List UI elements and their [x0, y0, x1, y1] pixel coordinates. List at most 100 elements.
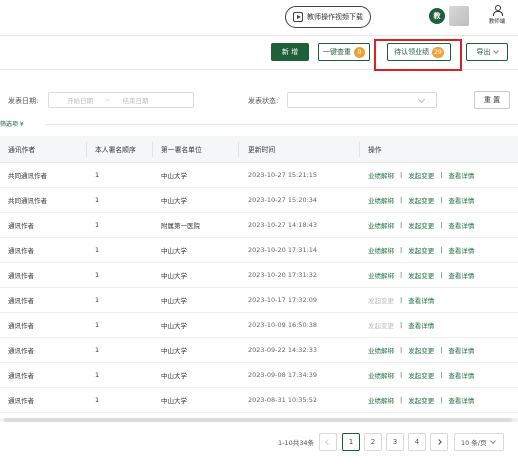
request-change-link[interactable]: 发起变更: [408, 220, 434, 230]
export-button[interactable]: 导出: [466, 43, 508, 61]
unit-cell: 中山大学: [161, 272, 187, 280]
publish-status-label: 发表状态:: [248, 97, 279, 105]
separator: |: [440, 171, 443, 179]
chevron-left-icon: [325, 439, 331, 445]
table-row: 通讯作者 1 中山大学 2023-09-08 17:34:39 业绩解绑 | 发起变更 | 查看…: [0, 363, 518, 388]
video-download-button[interactable]: 教师操作视频下载: [285, 6, 371, 28]
author-cell: 通讯作者: [8, 347, 34, 355]
view-details-link[interactable]: 查看详情: [448, 170, 474, 180]
page-button-1[interactable]: 1: [342, 433, 360, 451]
filter-toggle[interactable]: 筛选项 ¥: [0, 118, 24, 129]
author-cell: 通讯作者: [8, 272, 34, 280]
view-details-link[interactable]: 查看详情: [408, 295, 434, 305]
unit-cell: 中山大学: [161, 397, 187, 405]
view-details-link[interactable]: 查看详情: [448, 345, 474, 355]
table-row: 通讯作者 1 中山大学 2023-10-20 17:31:32 业绩解绑 | 发起变更 | 查看…: [0, 263, 518, 288]
unit-cell: 附属第一医院: [161, 222, 200, 230]
request-change-link[interactable]: 发起变更: [408, 345, 434, 355]
next-page-button[interactable]: [430, 433, 448, 451]
view-details-link[interactable]: 查看详情: [448, 220, 474, 230]
unit-cell: 中山大学: [161, 322, 187, 330]
separator: |: [440, 371, 443, 379]
end-date-input[interactable]: 结束日期: [122, 95, 148, 105]
highlight-annotation: [374, 39, 462, 71]
view-details-link[interactable]: 查看详情: [448, 395, 474, 405]
unit-cell: 中山大学: [161, 197, 187, 205]
table-row: 共同通讯作者 1 中山大学 2023-10-27 15:20:34 业绩解绑 | 发起变更 |…: [0, 188, 518, 213]
check-duplicates-button[interactable]: 一键查重 0: [318, 43, 370, 61]
table-row: 共同通讯作者 1 中山大学 2023-10-27 15:21:15 业绩解绑 | 发起变更 |…: [0, 163, 518, 188]
request-change-link[interactable]: 发起变更: [408, 245, 434, 255]
unbind-link[interactable]: 业绩解绑: [368, 370, 394, 380]
separator: |: [400, 296, 403, 304]
updated-cell: 2023-09-22 14:32:33: [248, 346, 318, 354]
page-size-select[interactable]: 10 条/页: [454, 433, 504, 451]
order-cell: 1: [95, 196, 100, 204]
divider: [152, 142, 153, 157]
request-change-link[interactable]: 发起变更: [408, 270, 434, 280]
date-range-picker[interactable]: 开始日期 ~ 结束日期: [48, 92, 194, 108]
page-button-3[interactable]: 3: [386, 433, 404, 451]
view-details-link[interactable]: 查看详情: [448, 270, 474, 280]
horizontal-scrollbar[interactable]: [0, 418, 518, 422]
author-cell: 通讯作者: [8, 222, 34, 230]
scrollbar-thumb[interactable]: [4, 418, 512, 422]
request-change-link[interactable]: 发起变更: [408, 195, 434, 205]
chevron-down-icon: [417, 95, 426, 104]
separator: |: [440, 196, 443, 204]
video-icon: [293, 12, 303, 22]
unbind-link[interactable]: 业绩解绑: [368, 245, 394, 255]
separator: |: [440, 396, 443, 404]
new-button[interactable]: 新 增: [271, 43, 309, 61]
results-table: 通讯作者 本人署名顺序 第一署名单位 更新时间 操作 共同通讯作者 1 中山大学 20…: [0, 136, 518, 413]
separator: |: [400, 321, 403, 329]
user-menu[interactable]: 教师端: [484, 5, 510, 31]
updated-cell: 2023-10-17 17:32:09: [248, 296, 318, 304]
row-actions: 业绩解绑 | 发起变更 | 查看详情: [368, 163, 474, 187]
unbind-link[interactable]: 业绩解绑: [368, 220, 394, 230]
order-cell: 1: [95, 221, 100, 229]
request-change-link[interactable]: 发起变更: [408, 370, 434, 380]
page-button-4[interactable]: 4: [408, 433, 426, 451]
unbind-link[interactable]: 业绩解绑: [368, 395, 394, 405]
role-badge[interactable]: 教: [429, 8, 445, 24]
request-change-link[interactable]: 发起变更: [408, 395, 434, 405]
column-header-ops: 操作: [368, 146, 382, 154]
view-details-link[interactable]: 查看详情: [448, 245, 474, 255]
unbind-link[interactable]: 业绩解绑: [368, 270, 394, 280]
separator: |: [400, 371, 403, 379]
unit-cell: 中山大学: [161, 372, 187, 380]
publish-date-label: 发表日期:: [8, 97, 39, 105]
date-separator: ~: [105, 96, 111, 104]
unbind-link[interactable]: 业绩解绑: [368, 345, 394, 355]
pagination: 1-10共34条 1 2 3 4 10 条/页: [0, 432, 518, 452]
unit-cell: 中山大学: [161, 347, 187, 355]
publish-status-select[interactable]: [287, 92, 437, 108]
updated-cell: 2023-10-27 15:21:15: [248, 171, 318, 179]
page-button-2[interactable]: 2: [364, 433, 382, 451]
separator: |: [440, 346, 443, 354]
filter-toggle-label: 筛选项 ¥: [0, 121, 24, 128]
avatar[interactable]: [449, 6, 469, 26]
table-header: 通讯作者 本人署名顺序 第一署名单位 更新时间 操作: [0, 136, 518, 163]
author-cell: 通讯作者: [8, 322, 34, 330]
separator: |: [400, 196, 403, 204]
row-actions: 业绩解绑 | 发起变更 | 查看详情: [368, 263, 474, 287]
prev-page-button[interactable]: [319, 433, 337, 451]
separator: |: [400, 271, 403, 279]
author-cell: 通讯作者: [8, 297, 34, 305]
table-row: 通讯作者 1 中山大学 2023-10-20 17:31:14 业绩解绑 | 发起变更 | 查看…: [0, 238, 518, 263]
order-cell: 1: [95, 171, 100, 179]
start-date-input[interactable]: 开始日期: [67, 95, 93, 105]
view-details-link[interactable]: 查看详情: [448, 195, 474, 205]
reset-button[interactable]: 重 置: [474, 91, 510, 109]
check-duplicates-label: 一键查重: [323, 48, 351, 56]
separator: |: [400, 346, 403, 354]
unbind-link[interactable]: 业绩解绑: [368, 195, 394, 205]
request-change-link[interactable]: 发起变更: [408, 170, 434, 180]
view-details-link[interactable]: 查看详情: [448, 370, 474, 380]
unbind-link[interactable]: 业绩解绑: [368, 170, 394, 180]
chevron-right-icon: [436, 439, 442, 445]
updated-cell: 2023-10-09 16:50:38: [248, 321, 318, 329]
view-details-link[interactable]: 查看详情: [408, 320, 434, 330]
